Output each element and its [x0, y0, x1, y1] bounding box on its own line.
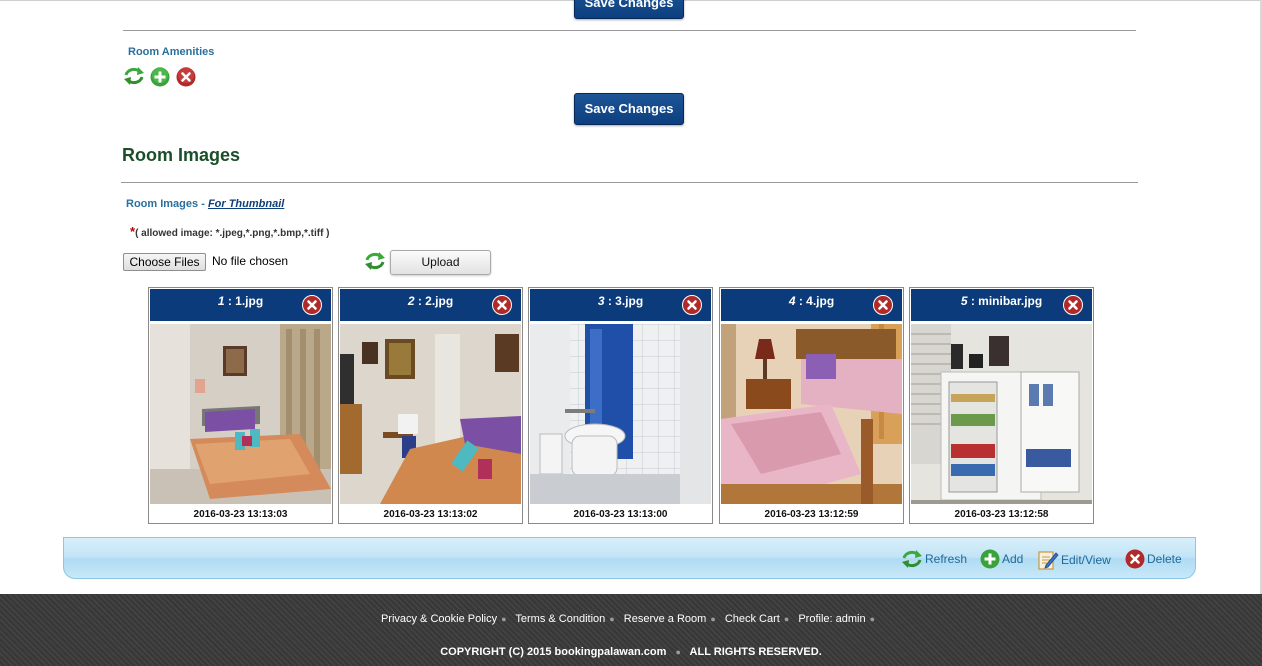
upload-button[interactable]: Upload [390, 250, 491, 275]
close-icon[interactable] [302, 295, 322, 315]
close-icon[interactable] [492, 295, 512, 315]
delete-icon[interactable] [176, 67, 196, 92]
image-number: 1 [217, 294, 225, 308]
delete-label: Delete [1147, 552, 1182, 566]
for-thumbnail-link[interactable]: For Thumbnail [208, 198, 284, 210]
separator-dot: ● [501, 614, 507, 624]
room-photo[interactable] [911, 324, 1092, 504]
image-filename: : 1.jpg [227, 294, 264, 308]
image-filename: : 2.jpg [417, 294, 454, 308]
room-photo[interactable] [340, 324, 521, 504]
reserve-room-link[interactable]: Reserve a Room [624, 613, 707, 625]
image-card-4[interactable]: 4 : 4.jpg 2016-03-23 13:12:59 [719, 287, 904, 524]
footer-links: Privacy & Cookie Policy ● Terms & Conditi… [0, 613, 1262, 625]
divider [123, 30, 1136, 31]
refresh-icon [902, 550, 922, 568]
image-date: 2016-03-23 13:12:58 [954, 509, 1049, 520]
add-icon [980, 549, 1000, 569]
privacy-policy-link[interactable]: Privacy & Cookie Policy [381, 613, 497, 625]
close-icon[interactable] [873, 295, 893, 315]
image-card-3[interactable]: 3 : 3.jpg 2016-03-23 13:13:00 [528, 287, 713, 524]
image-number: 5 [960, 294, 968, 308]
edit-view-label: Edit/View [1061, 553, 1111, 567]
image-number: 4 [788, 294, 796, 308]
separator-dot: ● [869, 614, 876, 624]
room-photo[interactable] [530, 324, 711, 504]
action-toolbar: Refresh Add Edit/View Delete [63, 537, 1196, 579]
image-card-1[interactable]: 1 : 1.jpg 2016-03-23 13:13:03 [148, 287, 333, 524]
refresh-button[interactable]: Refresh [901, 549, 967, 569]
refresh-label: Refresh [925, 552, 968, 566]
copyright-text: COPYRIGHT (C) 2015 [440, 646, 552, 658]
add-icon[interactable] [150, 67, 170, 92]
room-amenities-label: Room Amenities [128, 46, 215, 58]
image-filename: : 4.jpg [798, 294, 835, 308]
separator-dot: ● [710, 614, 716, 624]
delete-button[interactable]: Delete [1125, 549, 1182, 569]
edit-view-button[interactable]: Edit/View [1037, 549, 1111, 571]
room-images-label-text: Room Images [126, 198, 199, 210]
footer: Privacy & Cookie Policy ● Terms & Conditi… [0, 594, 1262, 666]
terms-condition-link[interactable]: Terms & Condition [515, 613, 605, 625]
delete-icon [1125, 549, 1145, 569]
image-card-5[interactable]: 5 : minibar.jpg 2016-03-23 13:12:58 [909, 287, 1094, 524]
add-label: Add [1002, 552, 1024, 566]
image-date: 2016-03-23 13:12:59 [764, 509, 859, 520]
image-number: 2 [407, 294, 415, 308]
check-cart-link[interactable]: Check Cart [725, 613, 780, 625]
save-changes-button[interactable]: Save Changes [574, 93, 684, 125]
close-icon[interactable] [682, 295, 702, 315]
image-filename: : minibar.jpg [970, 294, 1043, 308]
room-images-label: Room Images - For Thumbnail [126, 198, 284, 210]
choose-files-button[interactable]: Choose Files [123, 253, 206, 271]
save-changes-button-top[interactable]: Save Changes [574, 0, 684, 19]
image-card-2[interactable]: 2 : 2.jpg 2016-03-23 13:13:02 [338, 287, 523, 524]
separator-dot: ● [609, 614, 615, 624]
label-separator: - [201, 198, 205, 210]
allowed-formats-note: *( allowed image: *.jpeg,*.png,*.bmp,*.t… [130, 224, 330, 239]
room-photo[interactable] [721, 324, 902, 504]
image-date: 2016-03-23 13:13:02 [383, 509, 478, 520]
image-date: 2016-03-23 13:13:00 [573, 509, 668, 520]
refresh-icon[interactable] [364, 251, 386, 276]
allowed-formats-text: ( allowed image: *.jpeg,*.png,*.bmp,*.ti… [135, 228, 330, 239]
profile-link[interactable]: Profile: admin [798, 613, 865, 625]
site-name: bookingpalawan.com [554, 646, 667, 658]
copyright: COPYRIGHT (C) 2015 bookingpalawan.com ● … [0, 646, 1262, 658]
refresh-icon[interactable] [123, 66, 145, 91]
rights-text: ALL RIGHTS RESERVED. [689, 646, 822, 658]
edit-icon [1038, 551, 1059, 570]
image-date: 2016-03-23 13:13:03 [193, 509, 288, 520]
no-file-chosen-text: No file chosen [212, 254, 289, 268]
image-filename: : 3.jpg [607, 294, 644, 308]
separator-dot: ● [783, 614, 790, 624]
image-number: 3 [597, 294, 605, 308]
divider [121, 182, 1138, 183]
add-button[interactable]: Add [980, 549, 1023, 569]
page-title: Room Images [122, 145, 241, 165]
close-icon[interactable] [1063, 295, 1083, 315]
room-photo[interactable] [150, 324, 331, 504]
separator-dot: ● [675, 647, 681, 657]
